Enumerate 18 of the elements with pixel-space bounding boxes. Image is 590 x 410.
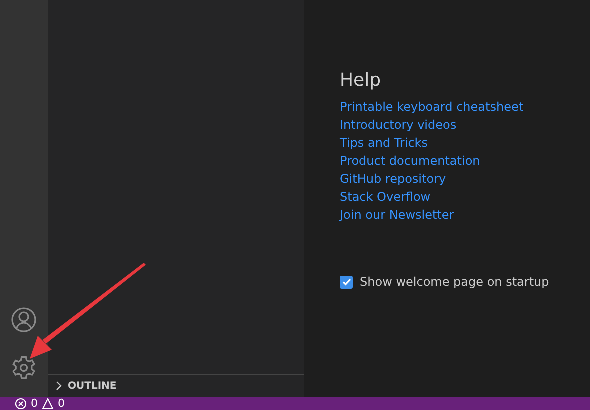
checkbox[interactable]: [340, 276, 353, 288]
help-link[interactable]: Tips and Tricks: [340, 134, 590, 152]
help-link[interactable]: GitHub repository: [340, 170, 590, 188]
help-link[interactable]: Product documentation: [340, 152, 590, 170]
help-link[interactable]: Stack Overflow: [340, 188, 590, 206]
checkbox-label: Show welcome page on startup: [360, 275, 550, 289]
help-link[interactable]: Printable keyboard cheatsheet: [340, 98, 590, 116]
settings-icon[interactable]: [11, 355, 37, 381]
error-icon: [15, 398, 27, 410]
help-link[interactable]: Introductory videos: [340, 116, 590, 134]
error-count: 0: [31, 398, 38, 410]
warning-icon: [42, 398, 54, 410]
account-icon[interactable]: [11, 307, 37, 333]
chevron-icon: [54, 381, 64, 391]
help-link[interactable]: Join our Newsletter: [340, 206, 590, 224]
warning-count: 0: [58, 398, 65, 410]
section-title: OUTLINE: [68, 380, 117, 392]
help-heading: Help: [340, 70, 382, 91]
